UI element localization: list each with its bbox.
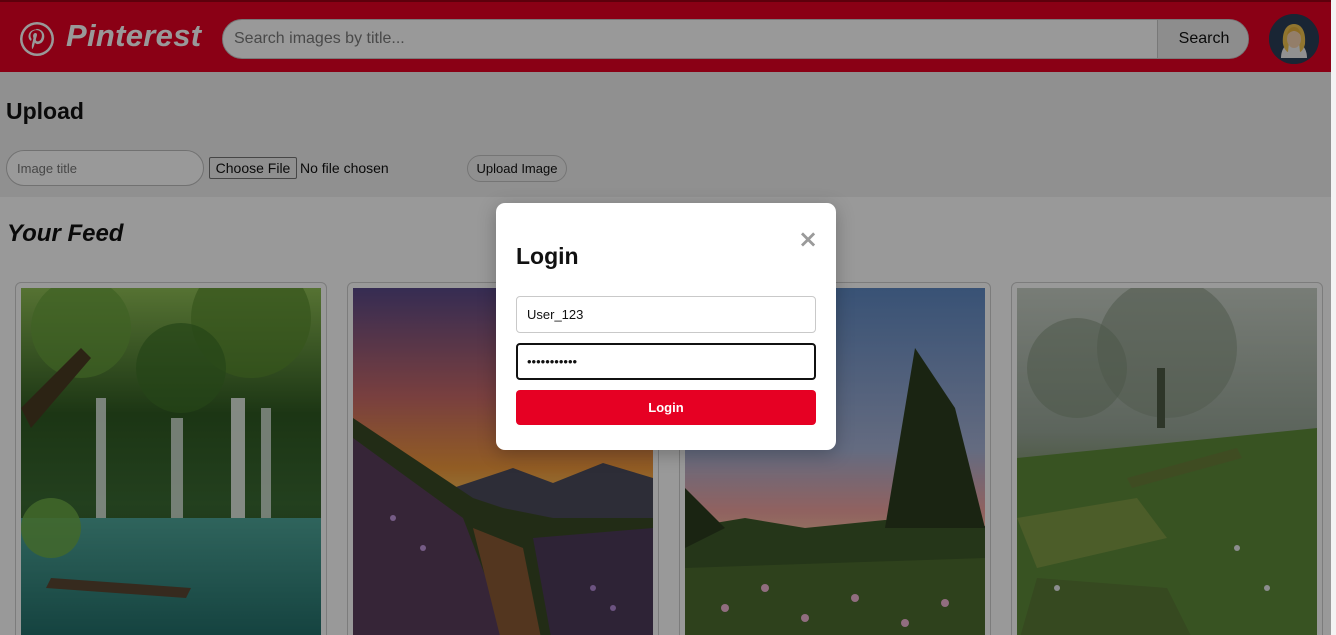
password-field[interactable] (516, 343, 816, 380)
login-heading: Login (516, 243, 579, 269)
close-icon[interactable]: × (796, 227, 820, 251)
login-button[interactable]: Login (516, 390, 816, 425)
login-modal: Login × Login (496, 203, 836, 450)
page-scrollbar[interactable] (1331, 0, 1336, 635)
username-field[interactable] (516, 296, 816, 333)
app-page: Pinterest Search Upload Choose File No f… (0, 0, 1336, 635)
